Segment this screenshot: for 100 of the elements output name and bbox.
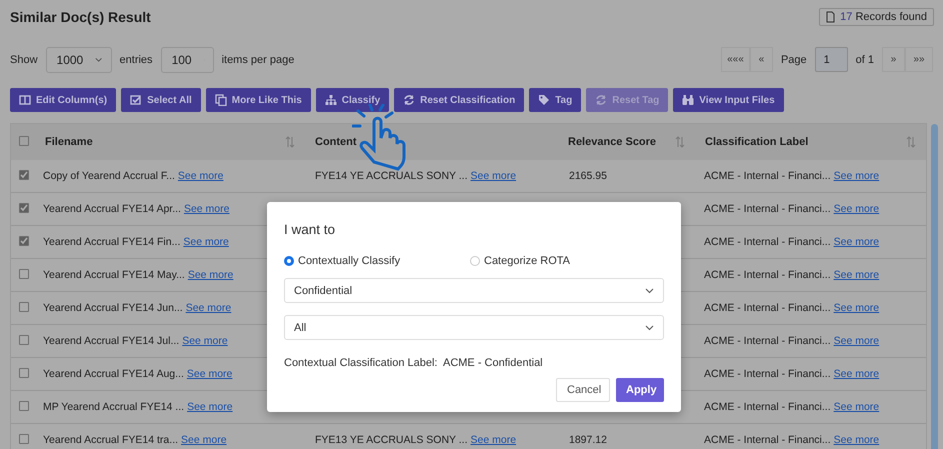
checkbox-icon — [130, 94, 142, 106]
table-cell: Yearend Accrual FYE14 Fin... — [43, 236, 180, 248]
page-input[interactable]: 1 — [814, 47, 848, 72]
previous-page-button[interactable]: « — [750, 47, 773, 72]
document-icon — [826, 11, 836, 23]
next-page-button[interactable]: » — [882, 47, 905, 72]
copy-icon — [214, 94, 227, 106]
table-cell: Copy of Yearend Accrual F... — [43, 170, 175, 182]
dialog-title: I want to — [284, 222, 336, 237]
checkbox[interactable] — [19, 302, 29, 312]
see-more-link[interactable]: See more — [834, 302, 880, 314]
see-more-link[interactable]: See more — [186, 302, 232, 314]
toolbar-button[interactable]: Edit Column(s) — [10, 88, 116, 112]
column-header[interactable]: Content — [315, 136, 357, 148]
refresh-icon — [403, 94, 416, 106]
column-header[interactable]: Filename — [45, 136, 93, 148]
entries-label: entries — [120, 54, 153, 66]
checkbox[interactable] — [19, 268, 29, 278]
see-more-link[interactable]: See more — [183, 236, 229, 248]
see-more-link[interactable]: See more — [834, 401, 880, 413]
toolbar-button: Reset Tag — [586, 88, 668, 112]
see-more-link[interactable]: See more — [187, 401, 233, 413]
table-cell: FYE14 YE ACCRUALS SONY ... — [315, 170, 468, 182]
refresh-icon — [595, 94, 608, 106]
see-more-link[interactable]: See more — [834, 368, 880, 380]
see-more-link[interactable]: See more — [186, 368, 232, 380]
checkbox[interactable] — [19, 236, 29, 246]
table-cell: FYE13 YE ACCRUALS SONY ... — [315, 434, 468, 446]
page-label: Page — [780, 54, 807, 66]
first-page-button[interactable]: ««« — [720, 47, 750, 72]
cancel-button[interactable]: Cancel — [556, 378, 610, 402]
radio-option[interactable]: Categorize ROTA — [470, 255, 570, 267]
see-more-link[interactable]: See more — [182, 335, 228, 347]
sort-icon — [675, 136, 685, 148]
see-more-link[interactable]: See more — [188, 269, 234, 281]
see-more-link[interactable]: See more — [181, 434, 227, 446]
toolbar-button[interactable]: Tag — [529, 88, 582, 112]
checkbox[interactable] — [19, 170, 29, 180]
table-cell: ACME - Internal - Financi... — [704, 236, 831, 248]
table-cell: MP Yearend Accrual FYE14 ... — [43, 401, 184, 413]
dropdown[interactable]: 100 — [160, 46, 214, 72]
dropdown[interactable]: 1000 — [46, 46, 112, 72]
column-header[interactable]: Relevance Score — [568, 136, 656, 148]
see-more-link[interactable]: See more — [184, 203, 230, 215]
toolbar-button[interactable]: Select All — [121, 88, 201, 112]
checkbox[interactable] — [19, 136, 29, 146]
see-more-link[interactable]: See more — [834, 335, 880, 347]
table-cell: Yearend Accrual FYE14 Jul... — [43, 335, 180, 347]
toolbar-button[interactable]: Reset Classification — [394, 88, 524, 112]
table-cell: Yearend Accrual FYE14 May... — [43, 269, 185, 281]
apply-button[interactable]: Apply — [616, 378, 664, 402]
see-more-link[interactable]: See more — [470, 434, 516, 446]
checkbox[interactable] — [19, 203, 29, 213]
items-per-page-label: items per page — [222, 54, 294, 66]
columns-icon — [19, 94, 31, 106]
check-icon — [20, 204, 28, 212]
see-more-link[interactable]: See more — [834, 434, 880, 446]
see-more-link[interactable]: See more — [178, 170, 224, 182]
radio-option[interactable]: Contextually Classify — [284, 255, 470, 267]
table-cell: Yearend Accrual FYE14 tra... — [43, 434, 178, 446]
dropdown[interactable]: All — [284, 315, 664, 340]
hierarchy-icon — [324, 94, 337, 106]
table-cell: ACME - Internal - Financi... — [704, 302, 831, 314]
page-title: Similar Doc(s) Result — [10, 9, 151, 25]
toolbar-button[interactable]: Classify — [316, 88, 390, 112]
table-cell: 2165.95 — [569, 170, 607, 182]
sort-icon — [906, 136, 916, 148]
table-cell: Yearend Accrual FYE14 Jun... — [43, 302, 183, 314]
column-header[interactable]: Classification Label — [705, 136, 808, 148]
table-cell: ACME - Internal - Financi... — [704, 434, 831, 446]
see-more-link[interactable]: See more — [834, 203, 880, 215]
table-cell: ACME - Internal - Financi... — [704, 170, 831, 182]
scrollbar[interactable] — [931, 124, 938, 449]
table-cell: ACME - Internal - Financi... — [704, 335, 831, 347]
table-cell: ACME - Internal - Financi... — [704, 269, 831, 281]
show-label: Show — [10, 54, 38, 66]
checkbox[interactable] — [19, 334, 29, 344]
tag-icon — [538, 94, 550, 106]
check-icon — [20, 237, 28, 245]
binoculars-icon — [682, 94, 694, 106]
see-more-link[interactable]: See more — [834, 269, 880, 281]
records-count: 17 Records found — [840, 11, 927, 23]
see-more-link[interactable]: See more — [470, 170, 516, 182]
table-cell: Yearend Accrual FYE14 Apr... — [43, 203, 181, 215]
sort-icon — [285, 136, 295, 148]
table-cell: 1897.12 — [569, 434, 607, 446]
table-cell: ACME - Internal - Financi... — [704, 203, 831, 215]
last-page-button[interactable]: »» — [905, 47, 933, 72]
checkbox[interactable] — [19, 368, 29, 378]
see-more-link[interactable]: See more — [834, 170, 880, 182]
see-more-link[interactable]: See more — [834, 236, 880, 248]
table-cell: ACME - Internal - Financi... — [704, 368, 831, 380]
page-count-label: of 1 — [856, 54, 874, 66]
toolbar-button[interactable]: More Like This — [206, 88, 311, 112]
table-cell: Yearend Accrual FYE14 Aug... — [43, 368, 184, 380]
table-cell: ACME - Internal - Financi... — [704, 401, 831, 413]
checkbox[interactable] — [19, 434, 29, 444]
checkbox[interactable] — [19, 400, 29, 410]
dropdown[interactable]: Confidential — [284, 278, 664, 303]
toolbar-button[interactable]: View Input Files — [673, 88, 784, 112]
